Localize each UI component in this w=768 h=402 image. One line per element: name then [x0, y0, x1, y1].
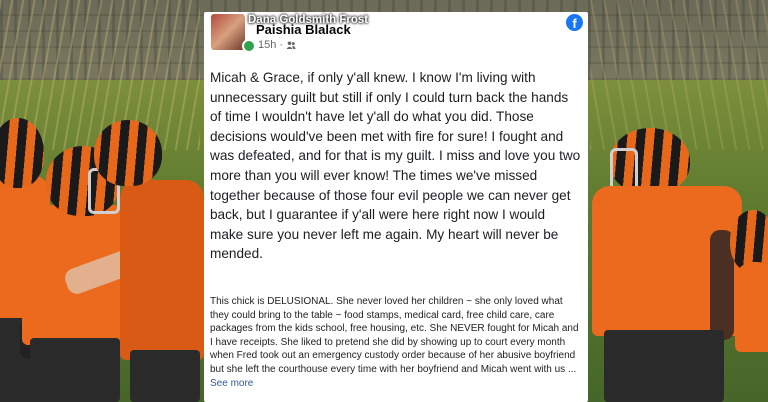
- post-time[interactable]: 15h: [258, 39, 276, 51]
- comment-text: This chick is DELUSIONAL. She never love…: [210, 296, 579, 375]
- author-avatar[interactable]: [211, 14, 245, 50]
- post-body: Micah & Grace, if only y'all knew. I kno…: [210, 68, 582, 264]
- facebook-logo-icon: f: [566, 14, 583, 31]
- shared-by-name[interactable]: Dana Goldsmith Frost: [248, 14, 368, 26]
- comment-body: This chick is DELUSIONAL. She never love…: [210, 295, 584, 390]
- post-header: Paishia Blalack Dana Goldsmith Frost 15h…: [204, 12, 588, 60]
- post-body-text: Micah & Grace, if only y'all knew. I kno…: [210, 70, 581, 262]
- time-separator: ·: [279, 39, 284, 51]
- background-weeds-right: [590, 0, 768, 150]
- friends-icon: [286, 41, 296, 49]
- facebook-post-card: Paishia Blalack Dana Goldsmith Frost 15h…: [204, 12, 588, 402]
- online-status-icon: [242, 39, 256, 53]
- post-timestamp[interactable]: 15h ·: [258, 39, 296, 51]
- see-more-link[interactable]: See more: [210, 378, 253, 389]
